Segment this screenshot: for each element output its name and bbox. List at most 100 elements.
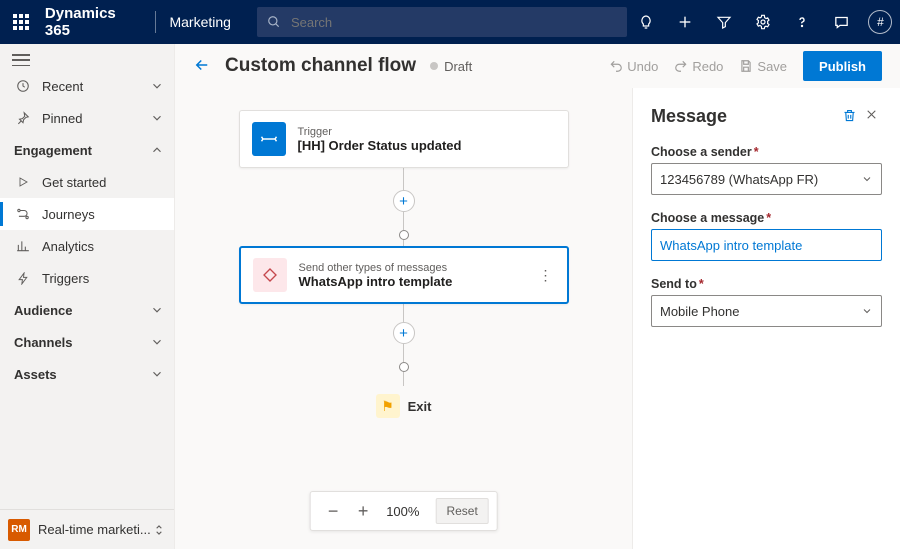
- zoom-in-button[interactable]: +: [348, 501, 378, 522]
- funnel-icon: [716, 14, 732, 30]
- section-label: Audience: [14, 303, 73, 318]
- save-icon: [739, 59, 753, 73]
- add-step-button[interactable]: +: [393, 322, 415, 344]
- chat-icon: [833, 14, 850, 31]
- chevron-down-icon: [150, 79, 164, 93]
- delete-button[interactable]: [838, 108, 860, 126]
- gear-icon: [755, 14, 771, 30]
- add-button[interactable]: [666, 0, 705, 44]
- redo-button[interactable]: Redo: [674, 59, 723, 74]
- app-launcher[interactable]: [0, 14, 43, 30]
- sender-dropdown[interactable]: 123456789 (WhatsApp FR): [651, 163, 882, 195]
- plus-icon: [677, 14, 693, 30]
- exit-node[interactable]: ⚑ Exit: [376, 394, 432, 418]
- nav-pinned[interactable]: Pinned: [0, 102, 174, 134]
- zoom-out-button[interactable]: −: [318, 501, 348, 522]
- properties-panel: Message Choose a sender* 123456789 (What…: [632, 88, 900, 549]
- nav-label: Analytics: [42, 239, 94, 254]
- nav-journeys[interactable]: Journeys: [0, 198, 174, 230]
- nav-analytics[interactable]: Analytics: [0, 230, 174, 262]
- node-subtitle: Trigger: [298, 126, 462, 138]
- play-icon: [14, 176, 32, 188]
- message-value: WhatsApp intro template: [660, 238, 802, 253]
- publish-button[interactable]: Publish: [803, 51, 882, 81]
- site-nav: Recent Pinned Engagement Get started: [0, 44, 175, 549]
- global-search[interactable]: [257, 7, 627, 37]
- node-more-button[interactable]: ⋮: [539, 273, 553, 277]
- trigger-icon: [252, 122, 286, 156]
- connector: [403, 168, 404, 190]
- btn-label: Save: [757, 59, 787, 74]
- node-title: WhatsApp intro template: [299, 274, 453, 289]
- page-title: Custom channel flow: [225, 55, 416, 77]
- nav-triggers[interactable]: Triggers: [0, 262, 174, 294]
- chevron-down-icon: [861, 173, 873, 185]
- waffle-icon: [13, 14, 29, 30]
- updown-icon: [152, 523, 166, 537]
- section-label: Channels: [14, 335, 73, 350]
- nav-label: Journeys: [42, 207, 95, 222]
- panel-title: Message: [651, 106, 838, 127]
- lightbulb-icon: [638, 14, 654, 30]
- message-node[interactable]: Send other types of messages WhatsApp in…: [239, 246, 569, 304]
- undo-icon: [609, 59, 623, 73]
- anchor-node: [399, 362, 409, 372]
- zoom-reset-button[interactable]: Reset: [435, 498, 488, 524]
- message-lookup[interactable]: WhatsApp intro template: [651, 229, 882, 261]
- chevron-down-icon: [150, 111, 164, 125]
- env-badge: RM: [8, 519, 30, 541]
- search-input[interactable]: [289, 14, 617, 31]
- nav-get-started[interactable]: Get started: [0, 166, 174, 198]
- btn-label: Undo: [627, 59, 658, 74]
- trash-icon: [842, 108, 857, 123]
- status-dot-icon: [430, 62, 438, 70]
- environment-switcher[interactable]: RM Real-time marketi...: [0, 509, 174, 549]
- brand-name: Dynamics 365: [43, 5, 155, 39]
- arrow-left-icon: [193, 56, 211, 74]
- nav-section-assets[interactable]: Assets: [0, 358, 174, 390]
- journey-icon: [14, 207, 32, 221]
- exit-label: Exit: [408, 399, 432, 414]
- search-icon: [267, 15, 281, 29]
- add-step-button[interactable]: +: [393, 190, 415, 212]
- back-button[interactable]: [193, 56, 211, 77]
- question-icon: [794, 14, 810, 30]
- settings-button[interactable]: [744, 0, 783, 44]
- help-button[interactable]: [783, 0, 822, 44]
- save-button[interactable]: Save: [739, 59, 787, 74]
- connector: [403, 304, 404, 322]
- close-panel-button[interactable]: [860, 108, 882, 125]
- nav-recent[interactable]: Recent: [0, 70, 174, 102]
- avatar-icon: #: [868, 10, 892, 34]
- section-label: Assets: [14, 367, 57, 382]
- sender-value: 123456789 (WhatsApp FR): [660, 172, 818, 187]
- trigger-node[interactable]: Trigger [HH] Order Status updated: [239, 110, 569, 168]
- connector: [403, 344, 404, 362]
- sendto-dropdown[interactable]: Mobile Phone: [651, 295, 882, 327]
- filter-button[interactable]: [705, 0, 744, 44]
- ideas-button[interactable]: [627, 0, 666, 44]
- nav-collapse-toggle[interactable]: [12, 54, 30, 66]
- node-subtitle: Send other types of messages: [299, 262, 453, 274]
- nav-section-engagement[interactable]: Engagement: [0, 134, 174, 166]
- anchor-node: [399, 230, 409, 240]
- assistant-button[interactable]: [822, 0, 861, 44]
- sendto-label: Send to*: [651, 277, 882, 291]
- nav-section-channels[interactable]: Channels: [0, 326, 174, 358]
- sender-label: Choose a sender*: [651, 145, 882, 159]
- message-label: Choose a message*: [651, 211, 882, 225]
- chevron-down-icon: [150, 303, 164, 317]
- env-name: Real-time marketi...: [38, 522, 152, 537]
- undo-button[interactable]: Undo: [609, 59, 658, 74]
- message-icon: [253, 258, 287, 292]
- chevron-down-icon: [150, 335, 164, 349]
- zoom-percent: 100%: [386, 504, 419, 519]
- status-badge: Draft: [444, 59, 472, 74]
- journey-canvas[interactable]: Trigger [HH] Order Status updated +: [175, 88, 632, 549]
- account-button[interactable]: #: [861, 0, 900, 44]
- nav-section-audience[interactable]: Audience: [0, 294, 174, 326]
- close-icon: [865, 108, 878, 121]
- pin-icon: [14, 111, 32, 125]
- app-area[interactable]: Marketing: [155, 14, 244, 30]
- command-bar: Custom channel flow Draft Undo Redo Save…: [175, 44, 900, 88]
